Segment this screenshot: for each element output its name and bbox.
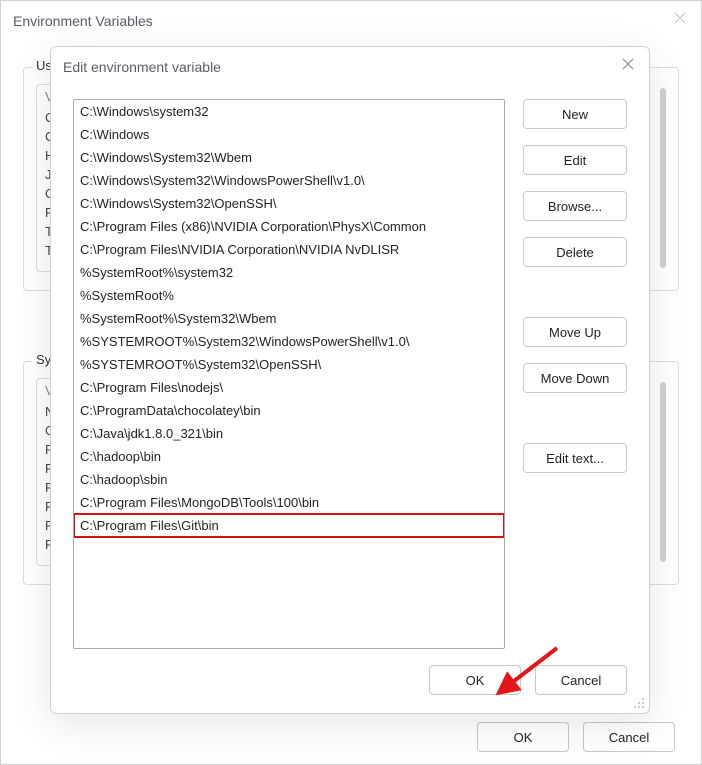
browse-button[interactable]: Browse... xyxy=(523,191,627,221)
env-vars-titlebar: Environment Variables xyxy=(1,1,701,41)
close-icon[interactable] xyxy=(673,11,687,29)
path-entry[interactable]: C:\hadoop\bin xyxy=(74,445,504,468)
move-up-button[interactable]: Move Up xyxy=(523,317,627,347)
path-entry[interactable]: C:\ProgramData\chocolatey\bin xyxy=(74,399,504,422)
path-entry[interactable]: C:\Program Files (x86)\NVIDIA Corporatio… xyxy=(74,215,504,238)
path-entry[interactable]: C:\hadoop\sbin xyxy=(74,468,504,491)
path-listbox[interactable]: C:\Windows\system32C:\WindowsC:\Windows\… xyxy=(73,99,505,649)
env-vars-title: Environment Variables xyxy=(13,13,153,29)
path-entry[interactable]: C:\Java\jdk1.8.0_321\bin xyxy=(74,422,504,445)
side-button-column: New Edit Browse... Delete Move Up Move D… xyxy=(523,99,627,649)
path-entry[interactable]: C:\Windows\system32 xyxy=(74,100,504,123)
path-entry[interactable]: C:\Windows\System32\Wbem xyxy=(74,146,504,169)
path-entry[interactable]: %SystemRoot% xyxy=(74,284,504,307)
path-entry[interactable]: C:\Windows\System32\WindowsPowerShell\v1… xyxy=(74,169,504,192)
path-entry[interactable]: C:\Program Files\nodejs\ xyxy=(74,376,504,399)
scrollbar[interactable] xyxy=(660,88,666,268)
edit-text-button[interactable]: Edit text... xyxy=(523,443,627,473)
path-entry[interactable]: %SYSTEMROOT%\System32\OpenSSH\ xyxy=(74,353,504,376)
edit-env-var-dialog: Edit environment variable C:\Windows\sys… xyxy=(50,46,650,714)
path-entry[interactable]: %SystemRoot%\system32 xyxy=(74,261,504,284)
path-entry[interactable]: C:\Windows xyxy=(74,123,504,146)
ok-button[interactable]: OK xyxy=(429,665,521,695)
path-entry[interactable]: C:\Windows\System32\OpenSSH\ xyxy=(74,192,504,215)
path-entry[interactable]: C:\Program Files\MongoDB\Tools\100\bin xyxy=(74,491,504,514)
path-entry[interactable]: %SYSTEMROOT%\System32\WindowsPowerShell\… xyxy=(74,330,504,353)
cancel-button[interactable]: Cancel xyxy=(535,665,627,695)
path-entry[interactable]: C:\Program Files\NVIDIA Corporation\NVID… xyxy=(74,238,504,261)
close-icon[interactable] xyxy=(621,57,635,75)
path-entry[interactable]: C:\Program Files\Git\bin xyxy=(73,513,505,538)
edit-env-var-title: Edit environment variable xyxy=(63,59,221,75)
edit-env-var-titlebar: Edit environment variable xyxy=(51,47,649,87)
move-down-button[interactable]: Move Down xyxy=(523,363,627,393)
delete-button[interactable]: Delete xyxy=(523,237,627,267)
env-cancel-button[interactable]: Cancel xyxy=(583,722,675,752)
edit-button[interactable]: Edit xyxy=(523,145,627,175)
scrollbar[interactable] xyxy=(660,382,666,562)
new-button[interactable]: New xyxy=(523,99,627,129)
env-ok-button[interactable]: OK xyxy=(477,722,569,752)
path-entry[interactable]: %SystemRoot%\System32\Wbem xyxy=(74,307,504,330)
resize-grip-icon[interactable] xyxy=(631,695,645,709)
